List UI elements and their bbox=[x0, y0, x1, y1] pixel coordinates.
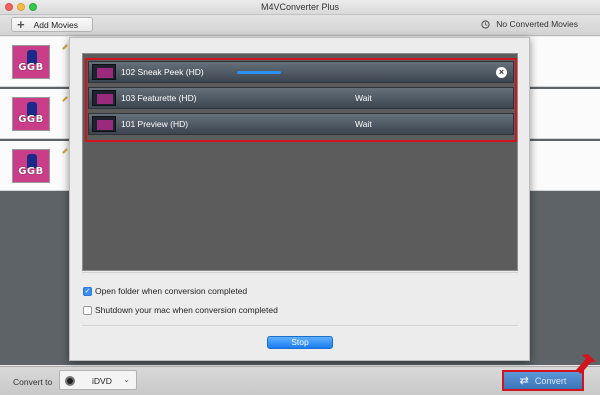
task-title: 101 Preview (HD) bbox=[121, 119, 189, 129]
clock-icon bbox=[481, 19, 490, 29]
task-title: 103 Featurette (HD) bbox=[121, 93, 197, 103]
divider bbox=[82, 325, 518, 326]
convert-button-label: Convert bbox=[534, 375, 567, 386]
pointer-arrow-icon bbox=[576, 354, 596, 374]
shutdown-option[interactable]: Shutdown your mac when conversion comple… bbox=[83, 305, 278, 315]
output-format-value: iDVD bbox=[92, 376, 112, 386]
zoom-window-button[interactable] bbox=[29, 3, 37, 11]
plus-icon: + bbox=[17, 17, 25, 32]
chevron-down-icon: ⌄ bbox=[123, 375, 130, 384]
shutdown-checkbox[interactable] bbox=[83, 305, 92, 315]
minimize-window-button[interactable] bbox=[17, 3, 25, 11]
movie-thumbnail: GGB bbox=[12, 97, 50, 131]
open-folder-checkbox[interactable]: ✓ bbox=[83, 286, 92, 296]
window-controls bbox=[5, 3, 37, 11]
output-format-select[interactable]: iDVD ⌄ bbox=[59, 370, 137, 390]
no-converted-label: No Converted Movies bbox=[496, 19, 578, 29]
stop-button[interactable]: Stop bbox=[267, 336, 333, 349]
close-circle-icon[interactable]: × bbox=[496, 67, 507, 78]
bottom-bar: Convert to iDVD ⌄ ⇄ Convert bbox=[0, 366, 600, 395]
conversion-dialog: 102 Sneak Peek (HD) × 103 Featurette (HD… bbox=[69, 37, 530, 361]
open-folder-label: Open folder when conversion completed bbox=[95, 286, 248, 296]
add-movies-button[interactable]: + Add Movies bbox=[11, 17, 93, 32]
shutdown-label: Shutdown your mac when conversion comple… bbox=[95, 305, 278, 315]
movie-thumbnail: GGB bbox=[12, 45, 50, 79]
divider bbox=[82, 272, 518, 273]
edit-pencil-icon[interactable] bbox=[62, 148, 68, 154]
convert-to-label: Convert to bbox=[13, 377, 53, 387]
movie-thumbnail: GGB bbox=[12, 149, 50, 183]
task-row[interactable]: 102 Sneak Peek (HD) × bbox=[88, 61, 514, 83]
task-row[interactable]: 101 Preview (HD) Wait bbox=[88, 113, 514, 135]
task-row[interactable]: 103 Featurette (HD) Wait bbox=[88, 87, 514, 109]
converted-history-button[interactable]: No Converted Movies bbox=[481, 19, 578, 29]
conversion-queue: 102 Sneak Peek (HD) × 103 Featurette (HD… bbox=[82, 53, 518, 271]
task-thumbnail bbox=[92, 116, 116, 132]
progress-bar bbox=[237, 71, 281, 74]
title-bar: M4VConverter Plus bbox=[0, 0, 600, 15]
add-movies-label: Add Movies bbox=[33, 19, 79, 30]
window-title: M4VConverter Plus bbox=[260, 2, 340, 12]
task-status: Wait bbox=[355, 93, 372, 103]
task-thumbnail bbox=[92, 64, 116, 80]
open-folder-option[interactable]: ✓ Open folder when conversion completed bbox=[83, 286, 247, 296]
sync-icon: ⇄ bbox=[519, 375, 529, 387]
task-title: 102 Sneak Peek (HD) bbox=[121, 67, 204, 77]
edit-pencil-icon[interactable] bbox=[62, 96, 68, 102]
edit-pencil-icon[interactable] bbox=[62, 44, 68, 50]
task-status: Wait bbox=[355, 119, 372, 129]
close-window-button[interactable] bbox=[5, 3, 13, 11]
task-thumbnail bbox=[92, 90, 116, 106]
toolbar: + Add Movies No Converted Movies bbox=[0, 15, 600, 36]
disc-icon bbox=[65, 376, 75, 386]
